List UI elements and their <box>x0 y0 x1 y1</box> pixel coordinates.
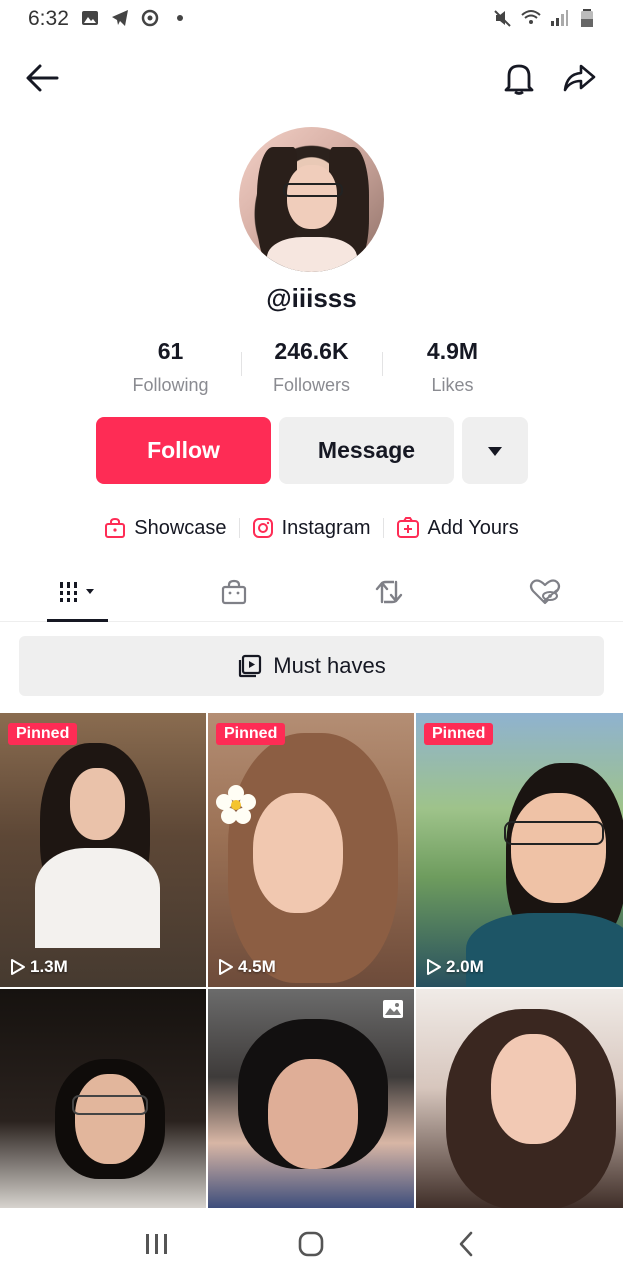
recents-icon <box>146 1234 168 1254</box>
share-arrow-icon <box>563 64 596 92</box>
play-outline-icon <box>219 959 233 975</box>
stat-likes[interactable]: 4.9M Likes <box>382 338 523 402</box>
view-count: 1.3M <box>10 957 68 977</box>
video-thumbnail[interactable] <box>0 989 206 1208</box>
tab-videos[interactable] <box>0 562 156 622</box>
view-count-text: 1.3M <box>30 957 68 976</box>
tab-shop[interactable] <box>156 562 312 622</box>
mute-icon <box>494 10 511 27</box>
divider <box>241 352 242 376</box>
instagram-icon <box>252 518 273 538</box>
repost-icon <box>376 580 403 604</box>
stat-following[interactable]: 61 Following <box>100 338 241 402</box>
system-nav-bar <box>0 1208 623 1280</box>
stat-value: 246.6K <box>274 338 349 364</box>
top-nav <box>0 50 623 106</box>
video-grid: Pinned 1.3M Pinned 4.5M Pinned 2.0M <box>0 713 623 1208</box>
divider <box>382 352 383 376</box>
arrow-left-icon <box>26 64 59 92</box>
instagram-label: Instagram <box>281 516 371 539</box>
status-left-icons <box>80 8 190 28</box>
video-thumbnail[interactable]: Pinned 2.0M <box>416 713 623 987</box>
recent-apps-button[interactable] <box>132 1219 182 1269</box>
gallery-icon <box>82 11 98 25</box>
video-thumbnail[interactable]: Pinned 4.5M <box>208 713 414 987</box>
photo-icon <box>383 1000 403 1018</box>
status-time: 6:32 <box>28 7 69 30</box>
profile-links: Showcase Instagram Add Yours <box>0 510 623 546</box>
stat-label: Followers <box>272 375 351 395</box>
stat-label: Following <box>132 375 209 395</box>
stat-followers[interactable]: 246.6K Followers <box>241 338 382 402</box>
profile-actions: Follow Message <box>96 417 528 484</box>
showcase-label: Showcase <box>134 516 227 539</box>
profile-stats: 61 Following 246.6K Followers 4.9M Likes <box>100 338 523 402</box>
add-yours-link[interactable]: Add Yours <box>384 517 531 540</box>
battery-icon <box>581 9 593 27</box>
dot-icon <box>177 15 183 21</box>
hidden-heart-icon <box>530 579 561 605</box>
instagram-link[interactable]: Instagram <box>240 517 383 540</box>
message-button[interactable]: Message <box>279 417 454 484</box>
pinned-badge: Pinned <box>216 723 286 745</box>
stat-value: 4.9M <box>426 338 479 364</box>
avatar[interactable] <box>239 127 384 272</box>
view-count-text: 4.5M <box>238 957 276 976</box>
stat-value: 61 <box>157 338 184 364</box>
bell-icon <box>504 64 534 95</box>
caret-down-icon <box>488 446 502 456</box>
sync-icon <box>141 9 159 27</box>
stat-label: Likes <box>431 375 474 395</box>
playlist-icon <box>239 654 262 678</box>
add-yours-label: Add Yours <box>427 516 519 539</box>
must-haves-button[interactable]: Must haves <box>19 636 604 696</box>
play-outline-icon <box>11 959 25 975</box>
flower-icon <box>216 785 256 824</box>
tab-reposts[interactable] <box>312 562 468 622</box>
play-outline-icon <box>427 959 441 975</box>
shopping-bag-icon <box>221 579 246 605</box>
must-haves-label: Must haves <box>273 653 386 678</box>
grid-icon <box>58 582 94 602</box>
username: @iiisss <box>266 283 357 313</box>
notification-button[interactable] <box>497 56 541 100</box>
status-right-icons <box>493 8 597 28</box>
shopping-bag-icon <box>105 517 126 538</box>
wifi-icon <box>521 10 541 24</box>
back-button[interactable] <box>20 56 64 100</box>
view-count: 4.5M <box>218 957 276 977</box>
content-tabs <box>0 562 623 622</box>
video-thumbnail[interactable] <box>208 989 414 1208</box>
tab-liked[interactable] <box>467 562 623 622</box>
video-thumbnail[interactable] <box>416 989 623 1208</box>
telegram-icon <box>112 10 128 26</box>
view-count-text: 2.0M <box>446 957 484 976</box>
system-back-button[interactable] <box>441 1219 491 1269</box>
chevron-left-icon <box>459 1231 473 1257</box>
showcase-link[interactable]: Showcase <box>92 517 238 540</box>
signal-icon <box>551 10 568 26</box>
follow-button[interactable]: Follow <box>96 417 271 484</box>
add-yours-icon <box>396 517 419 538</box>
suggested-accounts-button[interactable] <box>462 417 528 484</box>
home-icon <box>299 1231 324 1257</box>
pinned-badge: Pinned <box>8 723 78 745</box>
home-button[interactable] <box>286 1219 336 1269</box>
share-button[interactable] <box>557 56 601 100</box>
pinned-badge: Pinned <box>424 723 494 745</box>
video-thumbnail[interactable]: Pinned 1.3M <box>0 713 206 987</box>
status-bar: 6:32 <box>0 0 623 38</box>
view-count: 2.0M <box>426 957 484 977</box>
